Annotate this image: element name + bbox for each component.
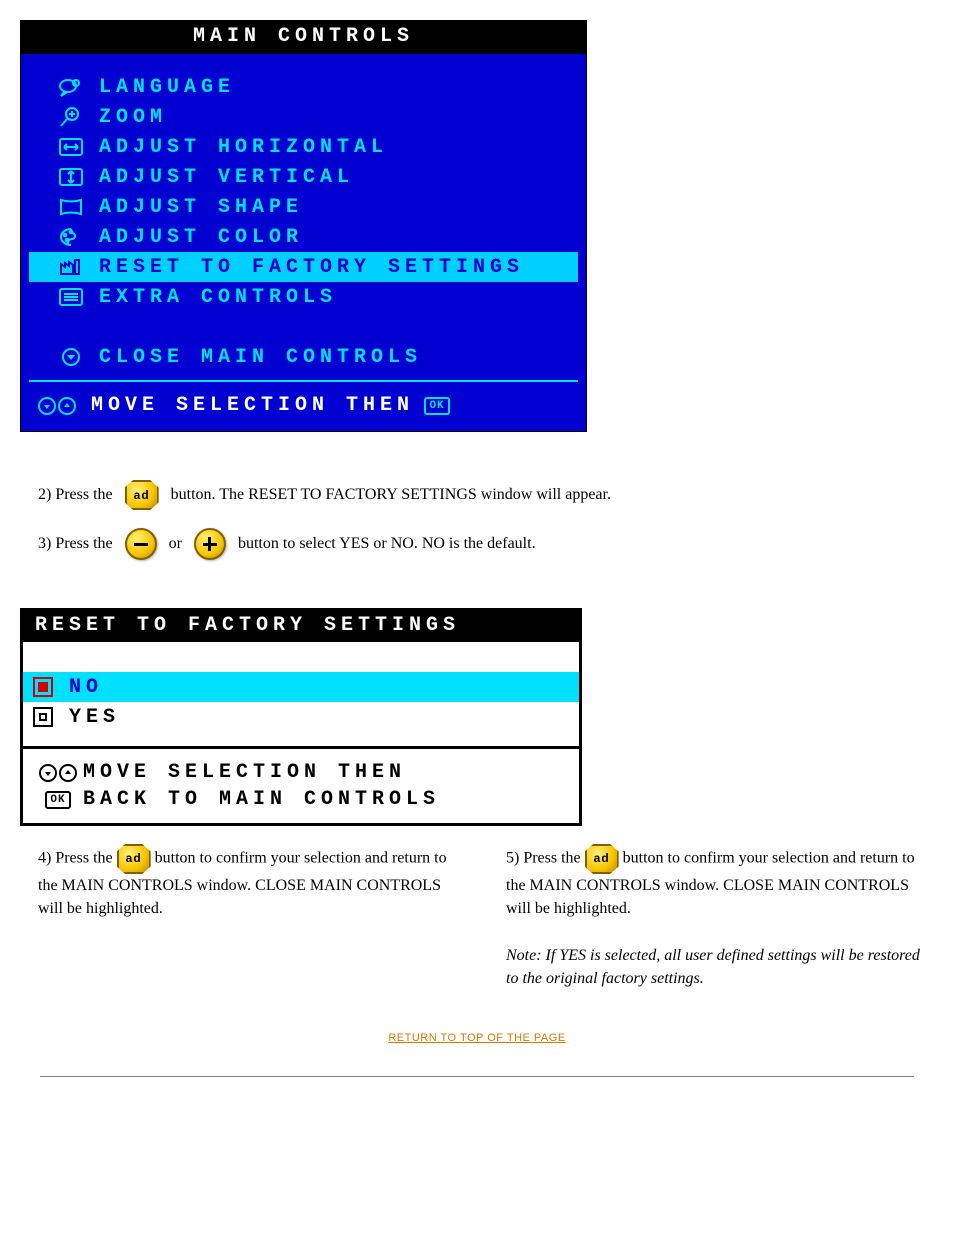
menu-item-close[interactable]: CLOSE MAIN CONTROLS xyxy=(29,342,578,372)
menu-label: ADJUST SHAPE xyxy=(99,196,303,219)
menu-item-adjust-vertical[interactable]: ADJUST VERTICAL xyxy=(29,162,578,192)
ok-button-icon: ad xyxy=(585,844,619,874)
footer-text: BACK TO MAIN CONTROLS xyxy=(83,788,440,811)
palette-icon xyxy=(57,226,85,248)
vert-icon xyxy=(57,166,85,188)
horiz-icon xyxy=(57,136,85,158)
steps-4-5: 4) Press the ad button to confirm your s… xyxy=(38,844,934,990)
step-text: 2) Press the xyxy=(38,486,113,504)
panel-title: RESET TO FACTORY SETTINGS xyxy=(23,611,579,642)
step-text: 3) Press the xyxy=(38,535,113,553)
factory-icon xyxy=(57,256,85,278)
ok-button-icon: ad xyxy=(117,844,151,874)
menu-label: ADJUST HORIZONTAL xyxy=(99,136,388,159)
menu-item-reset-factory[interactable]: RESET TO FACTORY SETTINGS xyxy=(29,252,578,282)
ok-button-icon: ad xyxy=(125,480,159,510)
menu-blank xyxy=(29,312,578,342)
step-5: 5) Press the ad button to confirm your s… xyxy=(506,844,934,990)
panel-footer: MOVE SELECTION THEN OK xyxy=(29,380,578,423)
return-top-link[interactable]: RETURN TO TOP OF THE PAGE xyxy=(20,1030,934,1046)
menu-label: CLOSE MAIN CONTROLS xyxy=(99,346,422,369)
ok-icon: OK xyxy=(424,397,450,415)
step-text: 5) Press the xyxy=(506,850,585,867)
menu-item-language[interactable]: ? LANGUAGE xyxy=(29,72,578,102)
down-icon xyxy=(57,346,85,368)
menu-list: ? LANGUAGE ZOOM ADJUST HORIZONTAL xyxy=(21,54,586,431)
option-label: YES xyxy=(69,706,120,729)
menu-label: ADJUST COLOR xyxy=(99,226,303,249)
option-label: NO xyxy=(69,676,103,699)
menu-label: ADJUST VERTICAL xyxy=(99,166,354,189)
plus-button-icon xyxy=(194,528,226,560)
step-3: 3) Press the or button to select YES or … xyxy=(38,528,934,560)
return-link-text[interactable]: RETURN TO TOP OF THE PAGE xyxy=(388,1032,565,1044)
updown-icon xyxy=(35,397,79,415)
menu-icon xyxy=(57,286,85,308)
menu-item-adjust-horizontal[interactable]: ADJUST HORIZONTAL xyxy=(29,132,578,162)
footer-text: MOVE SELECTION THEN xyxy=(83,761,406,784)
zoom-icon xyxy=(57,106,85,128)
menu-item-adjust-shape[interactable]: ADJUST SHAPE xyxy=(29,192,578,222)
menu-label: LANGUAGE xyxy=(99,76,235,99)
menu-label: ZOOM xyxy=(99,106,167,129)
minus-button-icon xyxy=(125,528,157,560)
step-2: 2) Press the ad button. The RESET TO FAC… xyxy=(38,480,934,510)
menu-item-adjust-color[interactable]: ADJUST COLOR xyxy=(29,222,578,252)
option-no[interactable]: NO xyxy=(23,672,579,702)
shape-icon xyxy=(57,196,85,218)
step-note: Note: If YES is selected, all user defin… xyxy=(506,947,920,987)
radio-unselected-icon xyxy=(33,707,53,727)
updown-icon xyxy=(33,764,83,782)
panel-title: MAIN CONTROLS xyxy=(21,21,586,54)
radio-selected-icon xyxy=(33,677,53,697)
menu-item-extra-controls[interactable]: EXTRA CONTROLS xyxy=(29,282,578,312)
step-text: button to select YES or NO. NO is the de… xyxy=(238,535,536,553)
footer-text: MOVE SELECTION THEN xyxy=(91,394,414,417)
step-text: 4) Press the xyxy=(38,850,117,867)
svg-text:?: ? xyxy=(74,81,77,87)
panel-footer: MOVE SELECTION THEN OK BACK TO MAIN CONT… xyxy=(23,746,579,823)
divider xyxy=(40,1076,914,1077)
reset-factory-panel: RESET TO FACTORY SETTINGS NO YES MOVE SE… xyxy=(20,608,582,826)
menu-label: RESET TO FACTORY SETTINGS xyxy=(99,256,524,279)
menu-item-zoom[interactable]: ZOOM xyxy=(29,102,578,132)
ok-icon: OK xyxy=(33,791,83,809)
step-text: button. The RESET TO FACTORY SETTINGS wi… xyxy=(171,486,611,504)
option-yes[interactable]: YES xyxy=(23,702,579,732)
step-4: 4) Press the ad button to confirm your s… xyxy=(38,844,466,990)
speech-icon: ? xyxy=(57,76,85,98)
main-controls-panel: MAIN CONTROLS ? LANGUAGE ZOOM xyxy=(20,20,587,432)
menu-label: EXTRA CONTROLS xyxy=(99,286,337,309)
step-text: or xyxy=(169,535,182,553)
